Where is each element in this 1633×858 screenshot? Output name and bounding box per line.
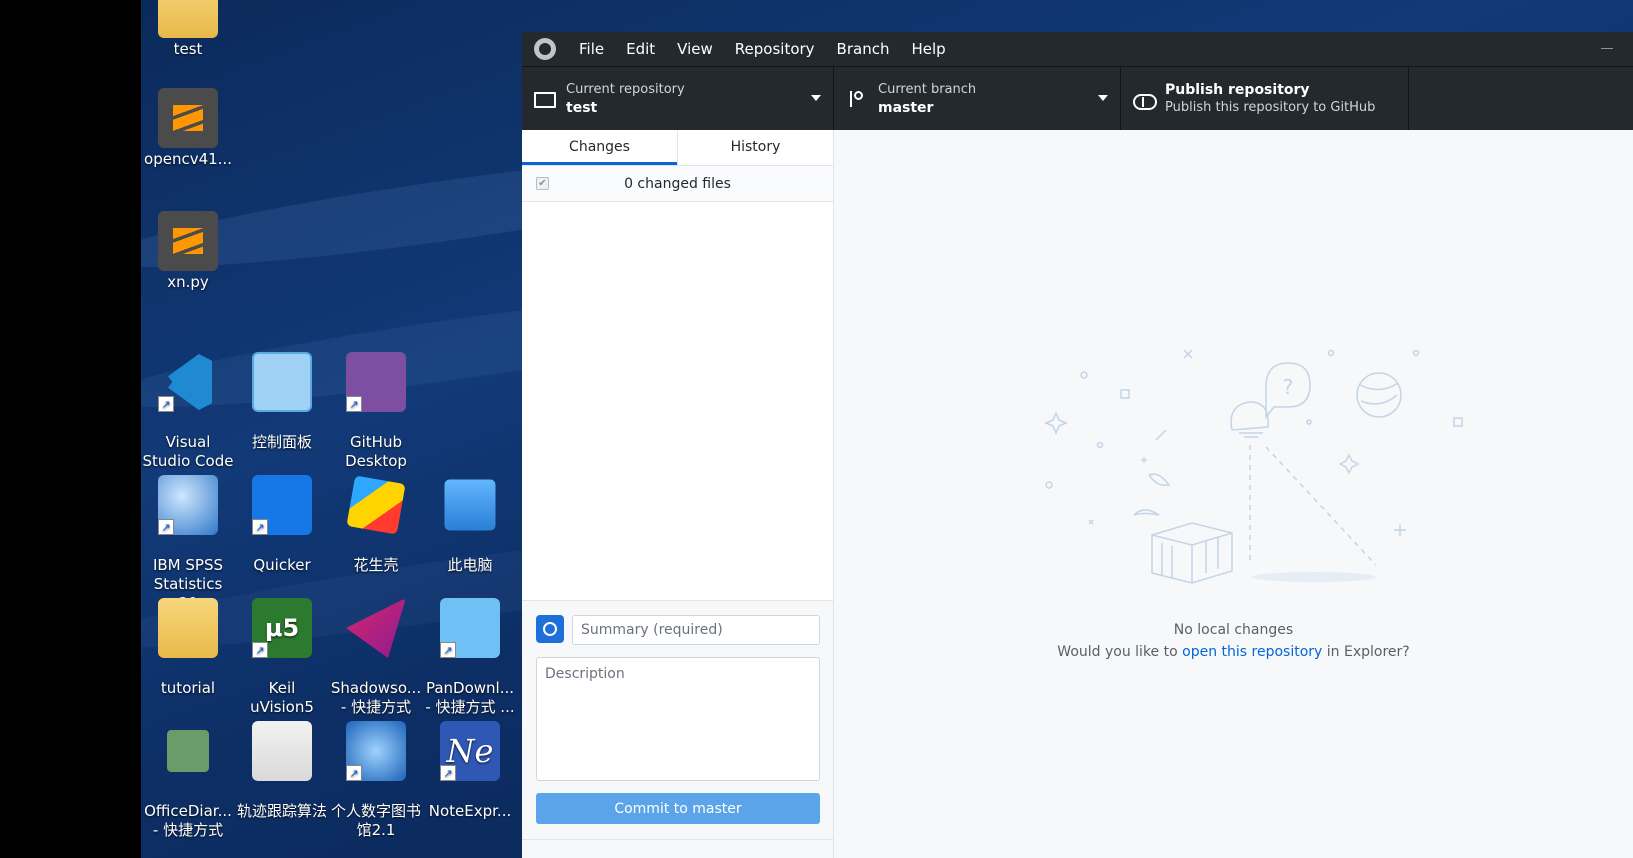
desktop-icon-huashengke[interactable]: 花生壳 (330, 456, 422, 594)
folder-icon (158, 598, 218, 658)
control-panel-icon (252, 352, 312, 412)
sublime-file-icon (158, 211, 218, 271)
changed-files-count: 0 changed files (624, 175, 731, 192)
desktop-icon-label: opencv41... (144, 150, 232, 168)
desktop-icon-label: OfficeDiar... - 快捷方式 (144, 802, 232, 839)
desktop-icon-label: NoteExpr... (428, 802, 512, 820)
open-repository-link[interactable]: open this repository (1182, 644, 1322, 660)
desktop-icon-label: 个人数字图书 馆2.1 (330, 802, 421, 839)
sidebar-tabs: Changes History (522, 130, 833, 166)
menu-view[interactable]: View (666, 32, 724, 66)
summary-input[interactable] (572, 615, 820, 645)
menu-edit[interactable]: Edit (615, 32, 666, 66)
select-all-checkbox[interactable]: ✔ (536, 177, 549, 190)
chevron-down-icon (811, 95, 821, 101)
menu-file[interactable]: File (568, 32, 615, 66)
subtitle-prefix: Would you like to (1057, 644, 1183, 660)
desktop-icon-label: 此电脑 (447, 556, 493, 574)
matlab-folder-icon (252, 721, 312, 781)
sublime-file-icon (158, 88, 218, 148)
commit-button[interactable]: Commit to master (536, 793, 820, 824)
current-branch-value: master (878, 100, 934, 116)
github-desktop-window: File Edit View Repository Branch Help Cu… (522, 32, 1633, 858)
desktop-icon-control-panel[interactable]: 控制面板 (236, 333, 328, 471)
desktop-icon-officediary[interactable]: OfficeDiar... - 快捷方式 (142, 702, 234, 858)
menu-repository[interactable]: Repository (724, 32, 826, 66)
git-branch-icon (846, 89, 866, 109)
noteexpress-icon: Ne ↗ (440, 721, 500, 781)
divider (522, 839, 833, 840)
globe-icon: ↗ (346, 721, 406, 781)
current-branch-button[interactable]: Current branch master (834, 67, 1121, 131)
shortcut-arrow-icon: ↗ (346, 396, 362, 412)
no-local-changes-title: No local changes (1173, 622, 1294, 638)
desktop-icon-label: 控制面板 (251, 433, 312, 451)
shortcut-arrow-icon: ↗ (440, 642, 456, 658)
spss-icon: ↗ (158, 475, 218, 535)
no-local-changes-subtitle: Would you like to open this repository i… (834, 644, 1633, 660)
github-logo-icon (534, 38, 556, 60)
sidebar: Changes History ✔ 0 changed files Commit… (522, 130, 834, 858)
minimize-button[interactable] (1601, 48, 1613, 49)
current-repository-label: Current repository (566, 82, 685, 97)
desktop-icon-label: 花生壳 (353, 556, 399, 574)
svg-text:?: ? (1283, 375, 1294, 399)
desktop-icon-label: test (173, 40, 203, 58)
chevron-down-icon (1098, 95, 1108, 101)
computer-icon (444, 479, 496, 531)
keil-icon: μ5 ↗ (252, 598, 312, 658)
avatar (536, 615, 564, 643)
folder-icon (158, 0, 218, 38)
shortcut-arrow-icon: ↗ (346, 765, 362, 781)
paper-plane-icon (346, 598, 406, 658)
github-desktop-icon: ↗ (346, 352, 406, 412)
tab-history[interactable]: History (677, 130, 833, 165)
cloud-upload-icon (1133, 89, 1157, 110)
shortcut-arrow-icon: ↗ (158, 396, 174, 412)
publish-repository-title: Publish repository (1165, 82, 1310, 98)
desktop-icon-test[interactable]: test (142, 0, 234, 59)
current-repository-value: test (566, 100, 598, 116)
menu-help[interactable]: Help (900, 32, 956, 66)
desktop-icon-label: Quicker (253, 556, 311, 574)
cloud-icon: ↗ (440, 598, 500, 658)
desktop-icon-label: tutorial (160, 679, 216, 697)
monitor-icon (534, 89, 556, 109)
description-input[interactable] (536, 657, 820, 781)
shortcut-arrow-icon: ↗ (252, 642, 268, 658)
vscode-icon: ↗ (158, 352, 218, 412)
desktop-icon-digital-library[interactable]: ↗ 个人数字图书 馆2.1 (330, 702, 422, 858)
diary-icon (167, 730, 209, 772)
desktop-icon-xn-py[interactable]: xn.py (142, 211, 234, 292)
lightning-icon: ↗ (252, 475, 312, 535)
desktop-icon-noteexpress[interactable]: Ne ↗ NoteExpr... (424, 702, 516, 840)
changed-file-list (522, 202, 833, 600)
subtitle-suffix: in Explorer? (1322, 644, 1410, 660)
shortcut-arrow-icon: ↗ (252, 519, 268, 535)
desktop-icon-quicker[interactable]: ↗ Quicker (236, 456, 328, 594)
publish-repository-subtitle: Publish this repository to GitHub (1165, 100, 1376, 115)
current-repository-button[interactable]: Current repository test (522, 67, 834, 131)
toolbar: Current repository test Current branch m… (522, 66, 1633, 131)
commit-area: Commit to master (522, 600, 833, 858)
cube-icon (346, 475, 406, 535)
current-branch-label: Current branch (878, 82, 977, 97)
desktop-icon-tutorial[interactable]: tutorial (142, 579, 234, 717)
title-bar: File Edit View Repository Branch Help (522, 32, 1633, 66)
shortcut-arrow-icon: ↗ (440, 765, 456, 781)
keil-glyph: μ5 (264, 614, 300, 642)
menu-branch[interactable]: Branch (826, 32, 901, 66)
desktop-icon-trajectory[interactable]: 轨迹跟踪算法 (236, 702, 328, 840)
desktop-icon-label: 轨迹跟踪算法 (236, 802, 327, 820)
tab-changes[interactable]: Changes (522, 130, 677, 165)
shortcut-arrow-icon: ↗ (158, 519, 174, 535)
desktop-icon-opencv[interactable]: opencv41... (142, 88, 234, 169)
desktop-icon-label: xn.py (167, 273, 209, 291)
changes-header: ✔ 0 changed files (522, 166, 833, 202)
desktop-icon-this-pc[interactable]: 此电脑 (424, 456, 516, 594)
publish-repository-button[interactable]: Publish repository Publish this reposito… (1121, 67, 1409, 131)
blank-slate: ? No local changes Would you like to ope… (834, 130, 1633, 858)
empty-state-illustration-icon: ? (1044, 349, 1463, 584)
